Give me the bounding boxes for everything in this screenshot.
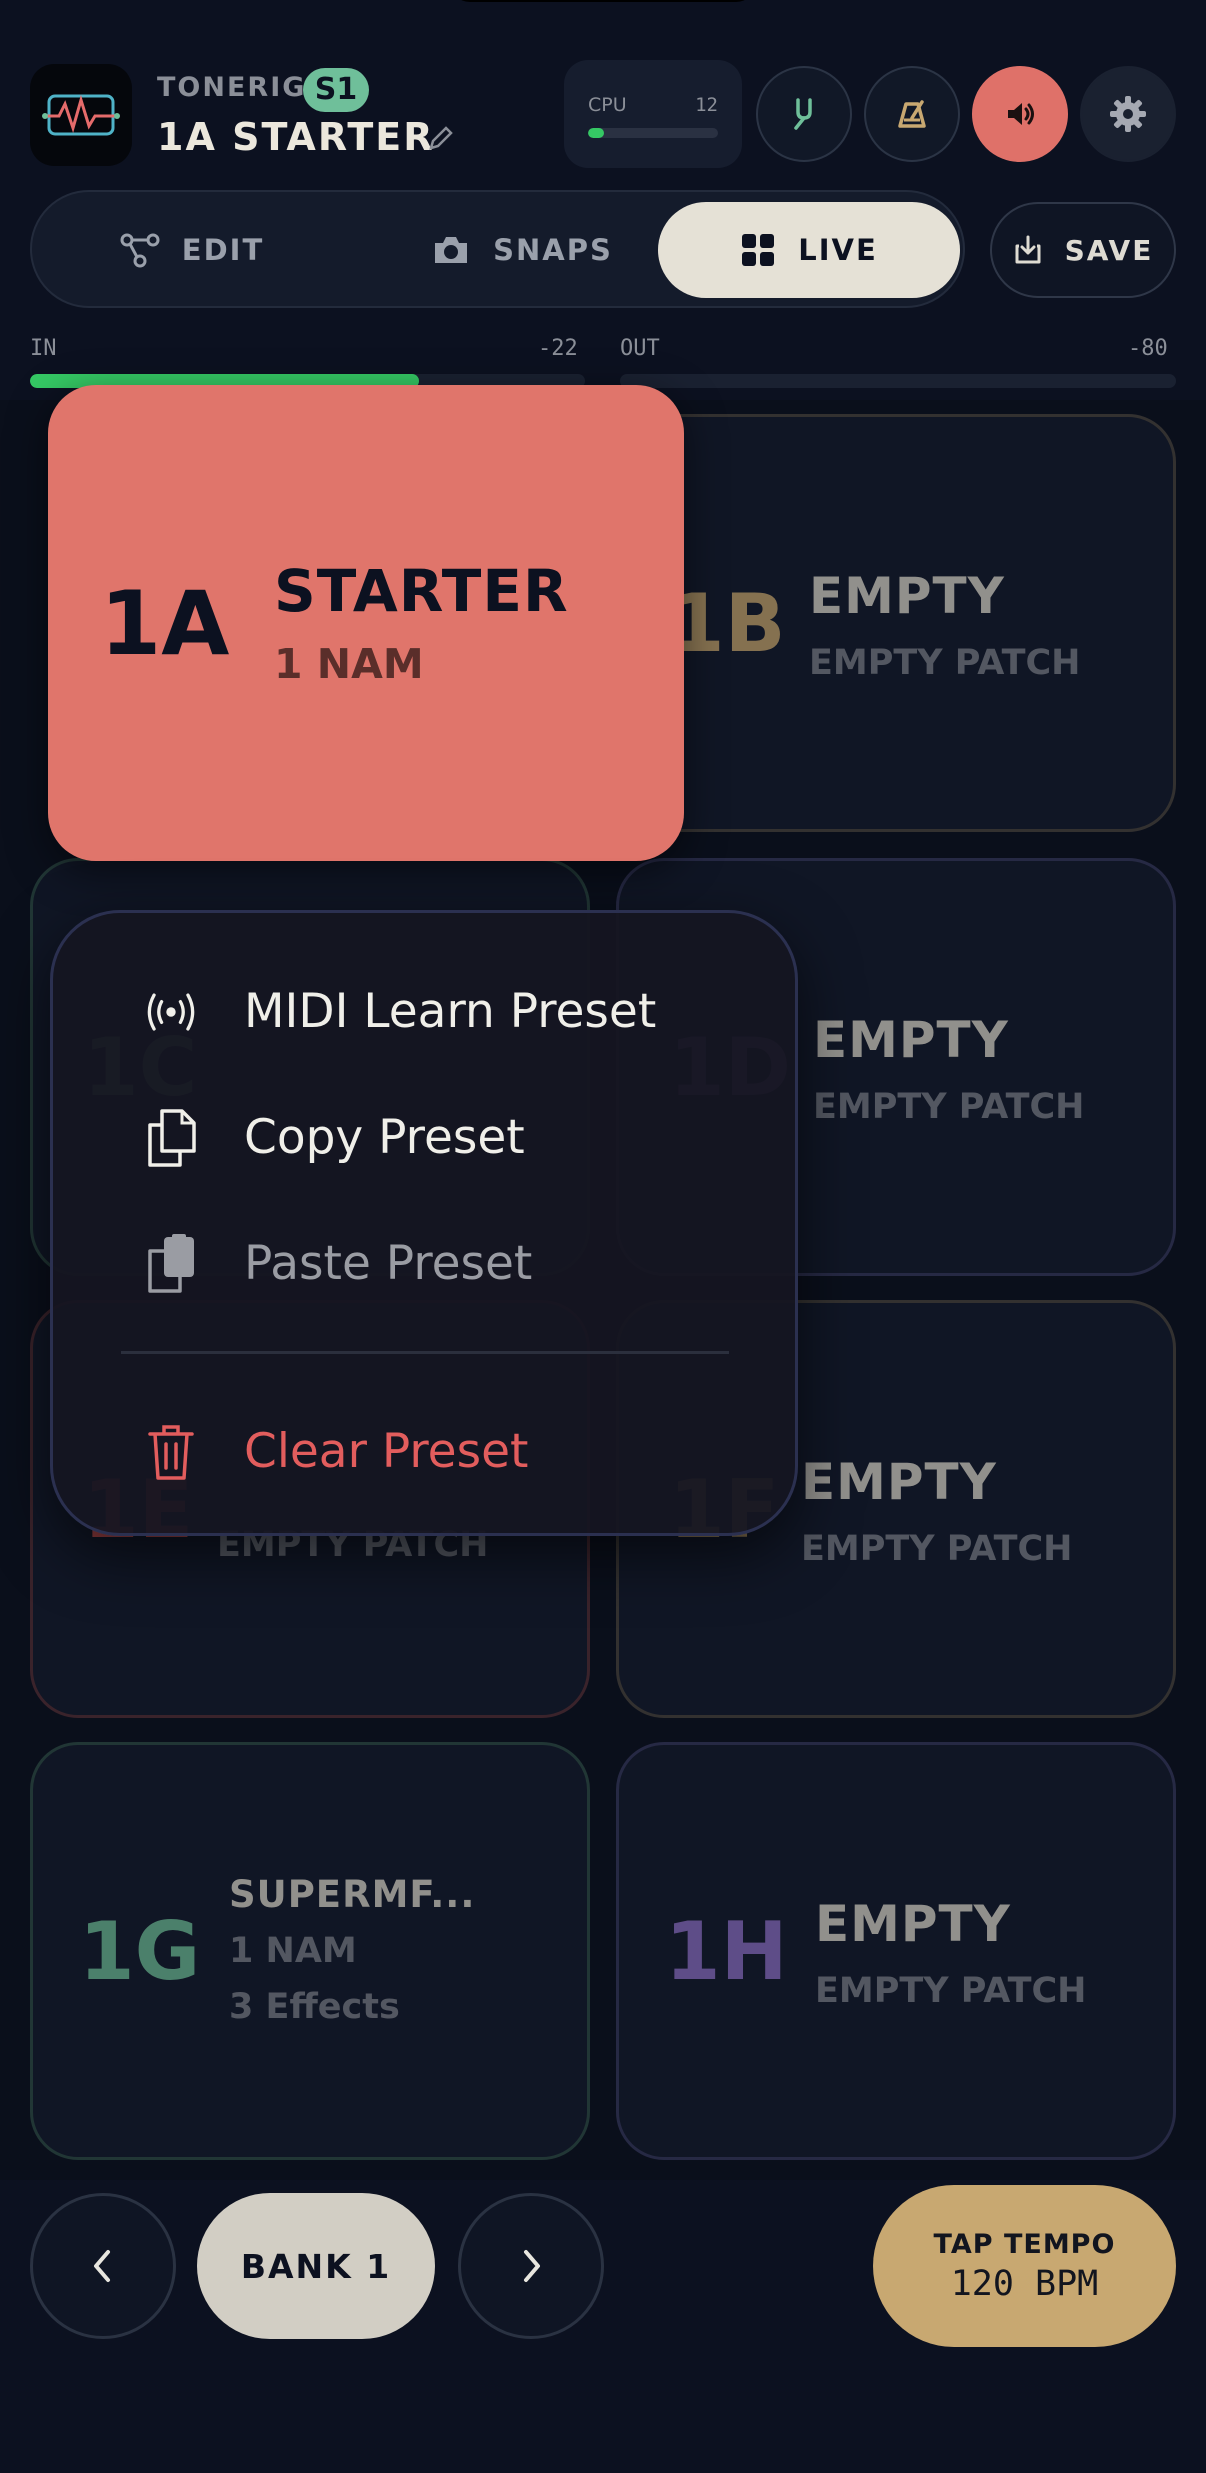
- tab-snaps[interactable]: SNAPS: [392, 202, 652, 298]
- menu-item-label: Clear Preset: [244, 1424, 529, 1479]
- broadcast-icon: [139, 980, 203, 1044]
- cpu-fill: [588, 128, 604, 138]
- preset-name: STARTER: [274, 557, 569, 625]
- gear-icon: [1110, 96, 1146, 132]
- menu-divider: [121, 1351, 729, 1354]
- output-meter-value: -80: [1128, 336, 1168, 361]
- chevron-left-icon: [94, 2250, 110, 2282]
- grid-icon: [742, 234, 775, 266]
- previous-bank-button[interactable]: [30, 2193, 176, 2339]
- camera-icon: [435, 237, 468, 263]
- menu-item-paste[interactable]: Paste Preset: [53, 1210, 795, 1310]
- metronome-icon: [898, 100, 926, 128]
- tab-edit-label: EDIT: [181, 233, 265, 267]
- menu-item-label: Paste Preset: [244, 1236, 533, 1291]
- tap-tempo-button[interactable]: TAP TEMPO 120 BPM: [873, 2185, 1176, 2347]
- menu-item-label: Copy Preset: [244, 1110, 525, 1165]
- current-preset-title[interactable]: 1A STARTER: [157, 115, 435, 159]
- chevron-right-icon: [524, 2250, 540, 2282]
- tempo-bpm: 120 BPM: [950, 2263, 1099, 2304]
- output-mute-button[interactable]: [972, 66, 1068, 162]
- preset-code: 1A: [100, 571, 230, 675]
- settings-button[interactable]: [1080, 66, 1176, 162]
- tuner-icon: [794, 98, 812, 130]
- preset-tile-1a[interactable]: 1A STARTER 1 NAM: [48, 385, 684, 861]
- input-meter-value: -22: [538, 336, 578, 361]
- menu-item-label: MIDI Learn Preset: [244, 984, 657, 1039]
- device-notch: [450, 0, 756, 2]
- pencil-icon[interactable]: [427, 124, 455, 152]
- speaker-icon: [1008, 103, 1034, 125]
- tab-live[interactable]: LIVE: [658, 202, 960, 298]
- next-bank-button[interactable]: [458, 2193, 604, 2339]
- preset-sub: 1 NAM: [274, 640, 424, 688]
- tap-tempo-label: TAP TEMPO: [933, 2228, 1116, 2260]
- bank-selector[interactable]: BANK 1: [197, 2193, 435, 2339]
- mode-switcher: EDIT SNAPS LIVE: [30, 190, 965, 308]
- tab-snaps-label: SNAPS: [493, 233, 613, 267]
- output-meter-label: OUT: [620, 336, 660, 361]
- brand-name: TONERIG: [157, 72, 307, 103]
- copy-icon: [139, 1106, 203, 1170]
- paste-icon: [139, 1232, 203, 1296]
- preset-context-menu: MIDI Learn Preset Copy Preset Paste Pres…: [50, 910, 798, 1536]
- save-label: SAVE: [1064, 233, 1154, 267]
- metronome-button[interactable]: [864, 66, 960, 162]
- trash-icon: [139, 1420, 203, 1484]
- slot-badge[interactable]: S1: [303, 68, 369, 112]
- tab-live-label: LIVE: [798, 233, 878, 267]
- cpu-meter: CPU 12: [564, 60, 742, 168]
- input-meter-label: IN: [30, 336, 57, 361]
- nodes-icon: [120, 233, 160, 268]
- cpu-label: CPU: [588, 94, 627, 116]
- save-button[interactable]: SAVE: [990, 202, 1176, 298]
- output-meter: [620, 374, 1176, 388]
- cpu-value: 12: [695, 94, 718, 116]
- app-logo: [30, 64, 132, 166]
- tab-edit[interactable]: EDIT: [72, 202, 312, 298]
- menu-item-midi-learn[interactable]: MIDI Learn Preset: [53, 958, 795, 1058]
- save-icon: [1015, 235, 1041, 264]
- menu-item-clear[interactable]: Clear Preset: [53, 1398, 795, 1498]
- menu-item-copy[interactable]: Copy Preset: [53, 1084, 795, 1184]
- cpu-track: [588, 128, 718, 138]
- tuner-button[interactable]: [756, 66, 852, 162]
- waveform-logo-icon: [42, 94, 120, 136]
